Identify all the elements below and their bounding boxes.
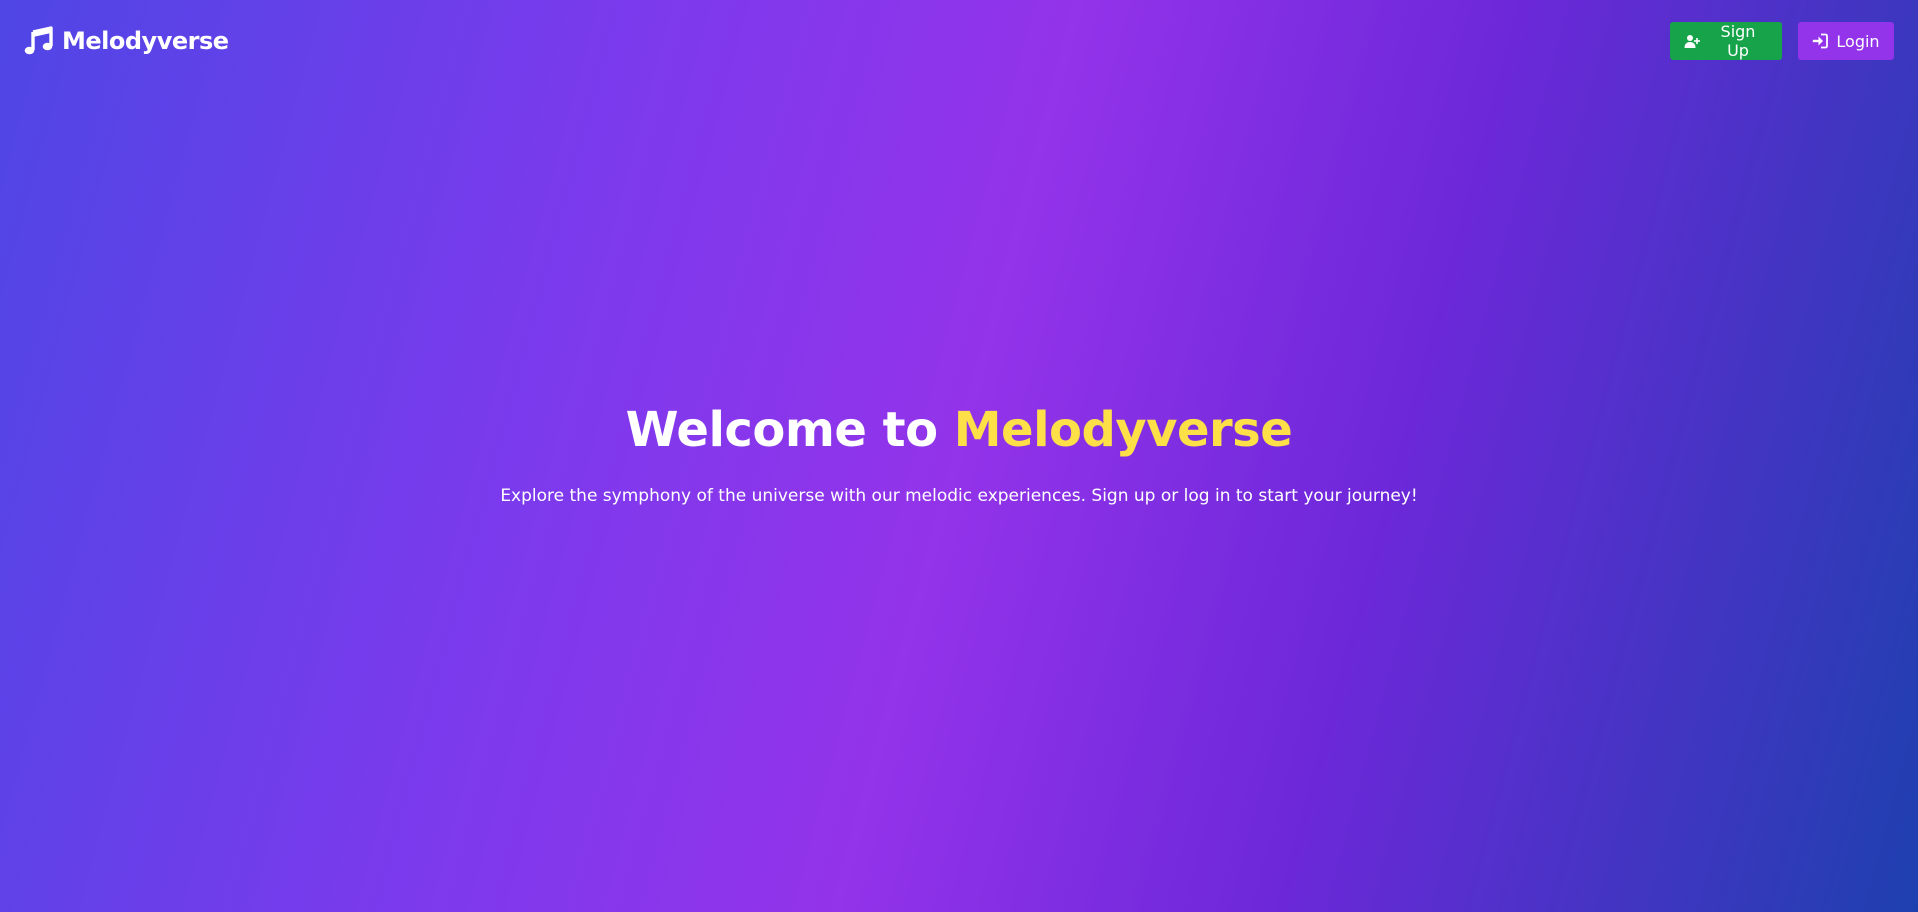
sign-up-button[interactable]: Sign Up — [1670, 22, 1782, 60]
auth-nav: Sign Up Login — [1670, 22, 1894, 60]
sign-up-label: Sign Up — [1720, 22, 1756, 60]
brand-name: Melodyverse — [62, 27, 229, 55]
sign-in-icon — [1812, 33, 1829, 49]
music-note-icon — [24, 26, 54, 56]
hero-title-prefix: Welcome to — [625, 402, 954, 458]
hero-title-accent: Melodyverse — [953, 402, 1293, 458]
brand-logo-link[interactable]: Melodyverse — [24, 26, 229, 56]
hero-section: Welcome to Melodyverse Explore the symph… — [0, 398, 1918, 508]
hero-title: Welcome to Melodyverse — [0, 398, 1918, 462]
top-navbar: Melodyverse Sign Up Login — [0, 0, 1918, 82]
login-button[interactable]: Login — [1798, 22, 1894, 60]
user-plus-icon — [1684, 33, 1700, 49]
login-label: Login — [1836, 31, 1880, 51]
hero-subtitle: Explore the symphony of the universe wit… — [500, 486, 1418, 506]
